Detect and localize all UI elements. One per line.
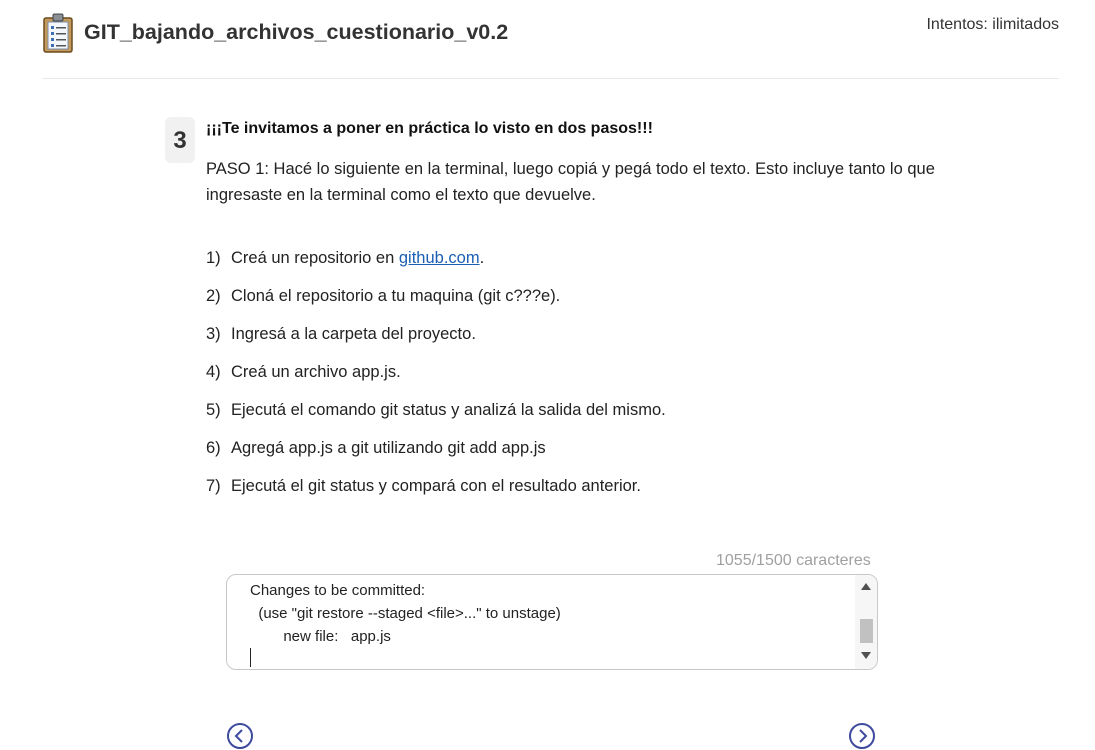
- answer-text[interactable]: Changes to be committed: (use "git resto…: [250, 579, 561, 648]
- character-counter: 1055/1500 caracteres: [716, 552, 871, 569]
- step-text-end: .: [479, 249, 485, 267]
- step-item: 4) Creá un archivo app.js.: [206, 360, 666, 398]
- quiz-title: GIT_bajando_archivos_cuestionario_v0.2: [84, 20, 509, 44]
- github-link[interactable]: github.com: [399, 249, 480, 267]
- step-item: 7) Ejecutá el git status y compará con el…: [206, 474, 666, 512]
- step-number: 2): [206, 287, 221, 305]
- attempts-label: Intentos: ilimitados: [926, 16, 1059, 33]
- question-number-badge: 3: [165, 117, 195, 163]
- question-description: PASO 1: Hacé lo siguiente en la terminal…: [206, 160, 935, 204]
- step-item: 2) Cloná el repositorio a tu maquina (git…: [206, 284, 666, 322]
- chevron-left-circle-icon[interactable]: [226, 722, 254, 750]
- step-text: Cloná el repositorio a tu maquina (git c…: [231, 287, 561, 305]
- text-caret: [250, 648, 251, 667]
- textarea-scrollbar[interactable]: [855, 575, 877, 669]
- chevron-right-circle-icon[interactable]: [848, 722, 876, 750]
- steps-list: 1) Creá un repositorio en github.com. 2) C…: [206, 246, 666, 512]
- scroll-down-arrow-icon[interactable]: [861, 652, 871, 659]
- step-number: 6): [206, 439, 221, 457]
- answer-textarea[interactable]: Changes to be committed: (use "git resto…: [226, 574, 878, 670]
- step-number: 7): [206, 477, 221, 495]
- step-number: 5): [206, 401, 221, 419]
- scroll-up-arrow-icon[interactable]: [861, 583, 871, 590]
- step-item: 6) Agregá app.js a git utilizando git add…: [206, 436, 666, 474]
- step-text: Agregá app.js a git utilizando git add a…: [231, 439, 546, 457]
- step-text: Creá un archivo app.js.: [231, 363, 401, 381]
- step-text: Ingresá a la carpeta del proyecto.: [231, 325, 476, 343]
- quiz-header: GIT_bajando_archivos_cuestionario_v0.2 I…: [0, 0, 1095, 79]
- step-number: 1): [206, 249, 221, 267]
- step-text: Creá un repositorio en: [231, 249, 399, 267]
- header-divider: [42, 78, 1059, 79]
- scroll-thumb[interactable]: [860, 619, 873, 643]
- step-number: 3): [206, 325, 221, 343]
- step-text: Ejecutá el comando git status y analizá …: [231, 401, 666, 419]
- step-item: 5) Ejecutá el comando git status y analiz…: [206, 398, 666, 436]
- step-number: 4): [206, 363, 221, 381]
- step-item: 3) Ingresá a la carpeta del proyecto.: [206, 322, 666, 360]
- step-text: Ejecutá el git status y compará con el r…: [231, 477, 641, 495]
- clipboard-checklist-icon: [43, 13, 73, 53]
- question-heading: ¡¡¡Te invitamos a poner en práctica lo v…: [206, 120, 653, 137]
- step-item: 1) Creá un repositorio en github.com.: [206, 246, 666, 284]
